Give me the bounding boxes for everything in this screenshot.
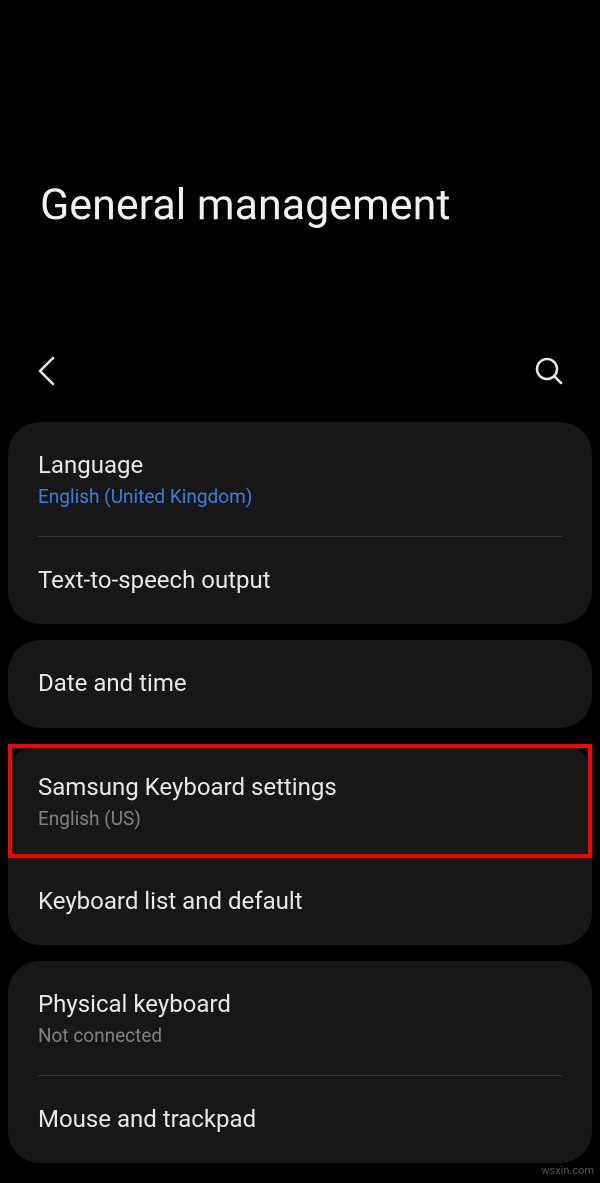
item-physical-keyboard[interactable]: Physical keyboard Not connected xyxy=(8,961,592,1075)
back-button[interactable] xyxy=(32,350,60,392)
card-keyboard-bottom: Keyboard list and default xyxy=(8,858,592,945)
item-title: Language xyxy=(38,450,562,481)
back-icon xyxy=(36,354,56,388)
settings-list: Language English (United Kingdom) Text-t… xyxy=(0,422,600,1163)
page-title: General management xyxy=(0,0,600,350)
card-physical-mouse: Physical keyboard Not connected Mouse an… xyxy=(8,961,592,1163)
item-title: Date and time xyxy=(38,668,562,699)
item-keyboard-list[interactable]: Keyboard list and default xyxy=(8,858,592,945)
item-tts[interactable]: Text-to-speech output xyxy=(8,537,592,624)
item-title: Samsung Keyboard settings xyxy=(38,772,562,803)
item-subtitle: English (US) xyxy=(38,807,562,830)
item-date-time[interactable]: Date and time xyxy=(8,640,592,727)
item-title: Text-to-speech output xyxy=(38,565,562,596)
item-title: Keyboard list and default xyxy=(38,886,562,917)
card-date-time: Date and time xyxy=(8,640,592,727)
toolbar xyxy=(0,350,600,422)
card-language-tts: Language English (United Kingdom) Text-t… xyxy=(8,422,592,624)
item-title: Physical keyboard xyxy=(38,989,562,1020)
item-mouse-trackpad[interactable]: Mouse and trackpad xyxy=(8,1076,592,1163)
item-language[interactable]: Language English (United Kingdom) xyxy=(8,422,592,536)
item-subtitle: Not connected xyxy=(38,1024,562,1047)
card-keyboard: Samsung Keyboard settings English (US) xyxy=(8,744,592,858)
item-title: Mouse and trackpad xyxy=(38,1104,562,1135)
item-subtitle: English (United Kingdom) xyxy=(38,485,562,508)
search-icon xyxy=(534,356,564,386)
search-button[interactable] xyxy=(530,352,568,390)
item-samsung-keyboard[interactable]: Samsung Keyboard settings English (US) xyxy=(12,748,588,854)
watermark: wsxin.com xyxy=(541,1164,594,1177)
highlight-box: Samsung Keyboard settings English (US) xyxy=(8,744,592,858)
